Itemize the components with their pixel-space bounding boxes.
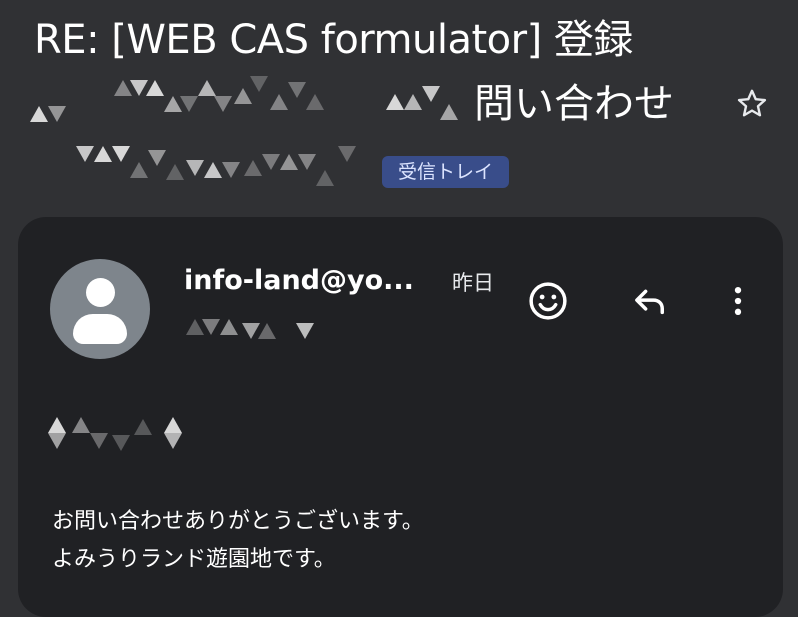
avatar-head-icon [86, 278, 115, 307]
redacted-recipient-line [186, 311, 326, 351]
more-vertical-icon [734, 287, 742, 315]
emoji-reaction-button[interactable] [524, 277, 572, 325]
redacted-subject-mosaic [30, 76, 470, 126]
star-button[interactable] [730, 82, 774, 126]
emoji-smile-icon [529, 282, 567, 320]
more-options-button[interactable] [714, 277, 762, 325]
reply-icon [635, 289, 664, 315]
body-line: お問い合わせありがとうございます。 [52, 509, 424, 534]
message-card: info-land@yo... 昨日 お問い合わせありがとうございます。 よみう… [18, 217, 783, 617]
inbox-label-chip[interactable]: 受信トレイ [382, 156, 510, 188]
email-subject: RE: [WEB CAS formulator] 登録 [34, 17, 633, 63]
redacted-recipient-mosaic [76, 140, 376, 200]
avatar[interactable] [50, 259, 150, 359]
email-subject-continued: 問い合わせ [474, 81, 674, 127]
redacted-greeting-mosaic [18, 413, 208, 473]
body-line: よみうりランド遊園地です。 [52, 547, 336, 572]
message-body: お問い合わせありがとうございます。 よみうりランド遊園地です。 [52, 503, 424, 579]
sender-address[interactable]: info-land@yo... [184, 263, 414, 299]
reply-button[interactable] [626, 277, 674, 325]
avatar-body-icon [73, 314, 127, 344]
message-date: 昨日 [452, 271, 494, 295]
star-outline-icon [737, 89, 767, 117]
